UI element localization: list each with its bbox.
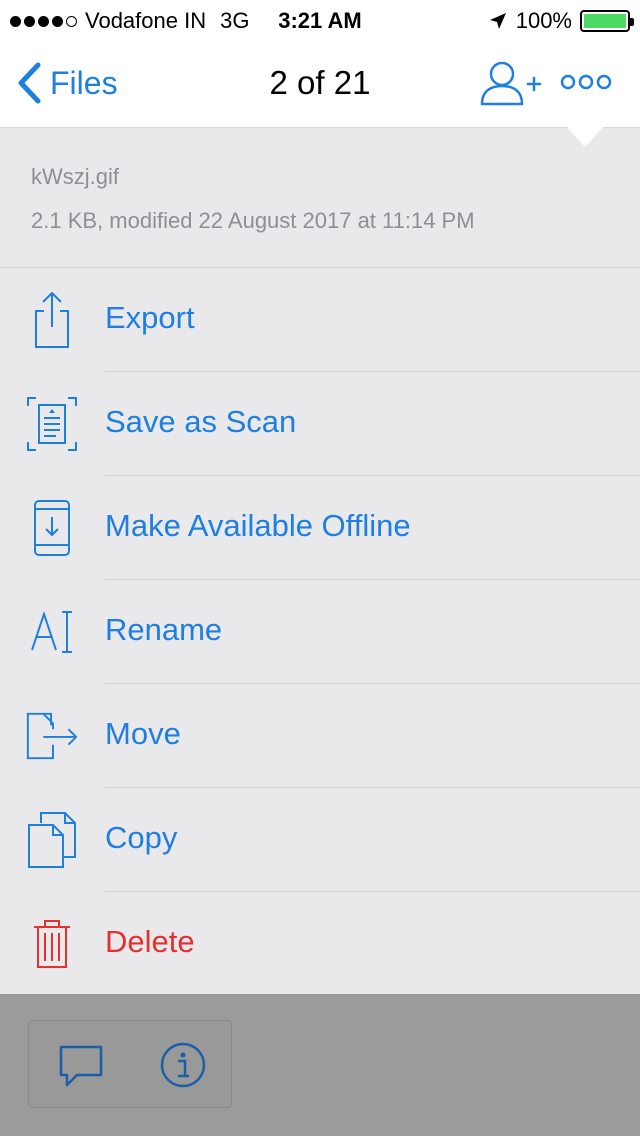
info-button[interactable] bbox=[159, 1041, 207, 1094]
trash-icon bbox=[24, 912, 80, 976]
menu-label: Save as Scan bbox=[105, 404, 297, 439]
menu-item-rename[interactable]: Rename bbox=[0, 580, 640, 684]
info-icon bbox=[160, 1042, 206, 1088]
move-icon bbox=[24, 704, 80, 768]
comment-icon bbox=[59, 1045, 103, 1087]
popover-caret bbox=[567, 127, 603, 147]
status-right: 100% bbox=[488, 8, 634, 34]
add-person-icon bbox=[480, 61, 542, 106]
menu-label: Export bbox=[105, 300, 195, 335]
comment-button[interactable] bbox=[57, 1043, 105, 1094]
bottom-toolbar-area bbox=[0, 994, 640, 1136]
offline-device-icon bbox=[24, 496, 80, 560]
menu-item-save-as-scan[interactable]: Save as Scan bbox=[0, 372, 640, 476]
copy-icon bbox=[24, 808, 80, 872]
more-button[interactable] bbox=[560, 70, 612, 99]
location-arrow-icon bbox=[489, 13, 506, 29]
menu-item-delete[interactable]: Delete bbox=[0, 892, 640, 996]
more-dots-icon bbox=[560, 74, 612, 90]
file-actions-sheet: kWszj.gif 2.1 KB, modified 22 August 201… bbox=[0, 128, 640, 994]
share-button[interactable] bbox=[480, 60, 542, 113]
file-name: kWszj.gif bbox=[31, 164, 119, 189]
menu-item-make-available-offline[interactable]: Make Available Offline bbox=[0, 476, 640, 580]
navigation-bar: Files 2 of 21 bbox=[0, 40, 640, 128]
file-meta: 2.1 KB, modified 22 August 2017 at 11:14… bbox=[31, 208, 475, 233]
status-bar: Vodafone IN 3G 3:21 AM 100% bbox=[0, 0, 640, 40]
page-title: 2 of 21 bbox=[269, 64, 371, 101]
menu-label: Move bbox=[105, 716, 181, 751]
bottom-toolbar bbox=[28, 1020, 232, 1108]
battery-icon bbox=[580, 10, 634, 32]
export-icon bbox=[24, 288, 80, 352]
scan-icon bbox=[24, 392, 80, 456]
menu-label: Delete bbox=[105, 924, 195, 959]
menu-item-copy[interactable]: Copy bbox=[0, 788, 640, 892]
menu-label: Rename bbox=[105, 612, 223, 647]
menu-item-export[interactable]: Export bbox=[0, 268, 640, 372]
menu-item-move[interactable]: Move bbox=[0, 684, 640, 788]
menu-label: Make Available Offline bbox=[105, 508, 411, 543]
rename-icon bbox=[24, 600, 80, 664]
battery-percent: 100% bbox=[515, 8, 572, 33]
menu-label: Copy bbox=[105, 820, 178, 855]
